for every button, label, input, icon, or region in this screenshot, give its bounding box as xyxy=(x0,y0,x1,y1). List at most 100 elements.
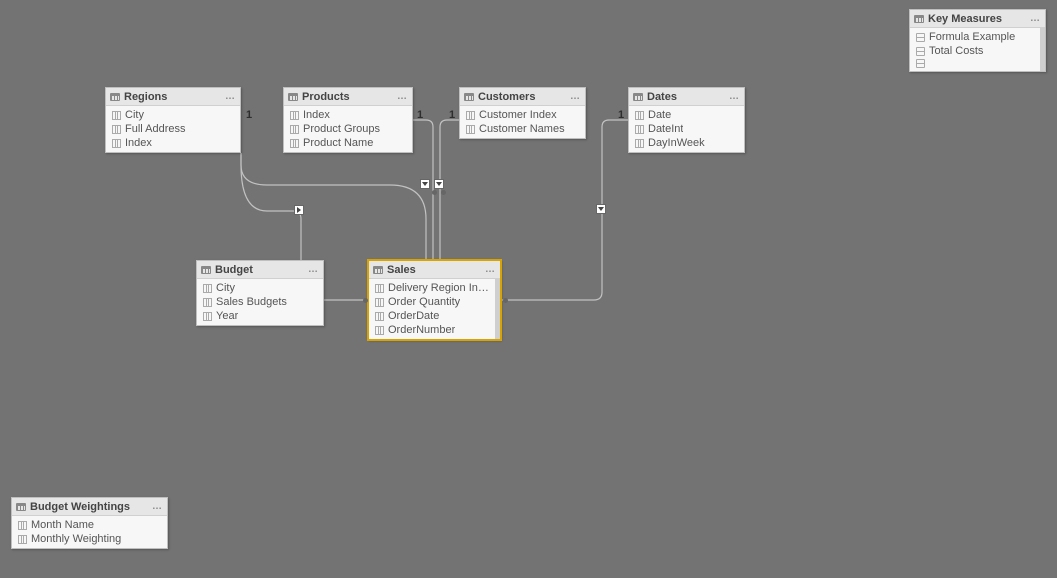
table-budget[interactable]: Budget … City Sales Budgets Year xyxy=(196,260,324,326)
more-icon[interactable]: … xyxy=(397,91,408,102)
column-icon xyxy=(466,111,475,120)
table-header[interactable]: Key Measures … xyxy=(910,10,1045,28)
field-row[interactable]: Order Quantity xyxy=(369,295,500,309)
column-icon xyxy=(290,125,299,134)
table-icon xyxy=(633,93,643,101)
field-row[interactable]: Index xyxy=(106,136,240,150)
field-row[interactable]: Full Address xyxy=(106,122,240,136)
more-icon[interactable]: … xyxy=(308,264,319,275)
table-sales[interactable]: Sales … Delivery Region Index Order Quan… xyxy=(368,260,501,340)
many-side-dot xyxy=(503,298,508,303)
column-icon xyxy=(18,521,27,530)
column-icon xyxy=(112,111,121,120)
field-row[interactable]: City xyxy=(197,281,323,295)
field-list: Index Product Groups Product Name xyxy=(284,106,412,152)
table-header[interactable]: Products … xyxy=(284,88,412,106)
field-row[interactable]: City xyxy=(106,108,240,122)
table-icon xyxy=(914,15,924,23)
filter-arrow-icon xyxy=(420,179,430,189)
table-title: Regions xyxy=(124,91,221,103)
table-title: Dates xyxy=(647,91,725,103)
more-icon[interactable]: … xyxy=(1030,13,1041,24)
field-list: Customer Index Customer Names xyxy=(460,106,585,138)
table-header[interactable]: Dates … xyxy=(629,88,744,106)
rel-regions-budget xyxy=(241,153,301,260)
field-row[interactable] xyxy=(910,58,1045,69)
column-icon xyxy=(375,298,384,307)
field-list: City Full Address Index xyxy=(106,106,240,152)
measure-icon xyxy=(916,59,925,68)
field-row[interactable]: Sales Budgets xyxy=(197,295,323,309)
more-icon[interactable]: … xyxy=(729,91,740,102)
table-icon xyxy=(288,93,298,101)
field-row[interactable]: Customer Names xyxy=(460,122,585,136)
table-icon xyxy=(110,93,120,101)
table-icon xyxy=(373,266,383,274)
table-header[interactable]: Regions … xyxy=(106,88,240,106)
rel-products-sales xyxy=(413,120,433,260)
field-row[interactable]: DateInt xyxy=(629,122,744,136)
field-row[interactable]: Year xyxy=(197,309,323,323)
cardinality-customers: 1 xyxy=(449,109,455,121)
table-header[interactable]: Budget Weightings … xyxy=(12,498,167,516)
column-icon xyxy=(375,326,384,335)
column-icon xyxy=(635,125,644,134)
column-icon xyxy=(203,298,212,307)
table-header[interactable]: Budget … xyxy=(197,261,323,279)
column-icon xyxy=(112,125,121,134)
measure-icon xyxy=(916,33,925,42)
rel-regions-sales xyxy=(241,153,426,260)
field-row[interactable]: OrderNumber xyxy=(369,323,500,337)
field-row[interactable]: DayInWeek xyxy=(629,136,744,150)
field-list: Formula Example Total Costs xyxy=(910,28,1045,71)
table-products[interactable]: Products … Index Product Groups Product … xyxy=(283,87,413,153)
field-row[interactable]: Month Name xyxy=(12,518,167,532)
field-row[interactable]: Date xyxy=(629,108,744,122)
table-title: Sales xyxy=(387,264,481,276)
column-icon xyxy=(112,139,121,148)
column-icon xyxy=(635,139,644,148)
table-title: Key Measures xyxy=(928,13,1026,25)
field-row[interactable]: Customer Index xyxy=(460,108,585,122)
many-side-dot xyxy=(441,190,446,195)
many-side-dot xyxy=(363,298,368,303)
field-row[interactable]: Monthly Weighting xyxy=(12,532,167,546)
field-row[interactable]: OrderDate xyxy=(369,309,500,323)
table-header[interactable]: Sales … xyxy=(369,261,500,279)
field-row[interactable]: Product Groups xyxy=(284,122,412,136)
field-list: City Sales Budgets Year xyxy=(197,279,323,325)
field-row[interactable]: Index xyxy=(284,108,412,122)
field-list: Date DateInt DayInWeek xyxy=(629,106,744,152)
table-title: Customers xyxy=(478,91,566,103)
column-icon xyxy=(375,284,384,293)
table-key-measures[interactable]: Key Measures … Formula Example Total Cos… xyxy=(909,9,1046,72)
table-budget-weightings[interactable]: Budget Weightings … Month Name Monthly W… xyxy=(11,497,168,549)
measure-icon xyxy=(916,47,925,56)
column-icon xyxy=(290,111,299,120)
more-icon[interactable]: … xyxy=(485,264,496,275)
table-regions[interactable]: Regions … City Full Address Index xyxy=(105,87,241,153)
field-row[interactable]: Product Name xyxy=(284,136,412,150)
table-header[interactable]: Customers … xyxy=(460,88,585,106)
field-row[interactable]: Total Costs xyxy=(910,44,1045,58)
field-row[interactable]: Delivery Region Index xyxy=(369,281,500,295)
cardinality-regions: 1 xyxy=(246,109,252,121)
field-row[interactable]: Formula Example xyxy=(910,30,1045,44)
filter-arrow-icon xyxy=(596,204,606,214)
table-icon xyxy=(201,266,211,274)
column-icon xyxy=(290,139,299,148)
table-title: Products xyxy=(302,91,393,103)
field-list: Delivery Region Index Order Quantity Ord… xyxy=(369,279,500,339)
rel-dates-sales xyxy=(501,120,628,300)
column-icon xyxy=(635,111,644,120)
more-icon[interactable]: … xyxy=(570,91,581,102)
more-icon[interactable]: … xyxy=(225,91,236,102)
many-side-dot xyxy=(432,190,437,195)
cardinality-dates: 1 xyxy=(618,109,624,121)
table-customers[interactable]: Customers … Customer Index Customer Name… xyxy=(459,87,586,139)
table-dates[interactable]: Dates … Date DateInt DayInWeek xyxy=(628,87,745,153)
more-icon[interactable]: … xyxy=(152,501,163,512)
column-icon xyxy=(203,312,212,321)
model-canvas[interactable]: Regions … City Full Address Index Produc… xyxy=(0,0,1057,578)
column-icon xyxy=(375,312,384,321)
